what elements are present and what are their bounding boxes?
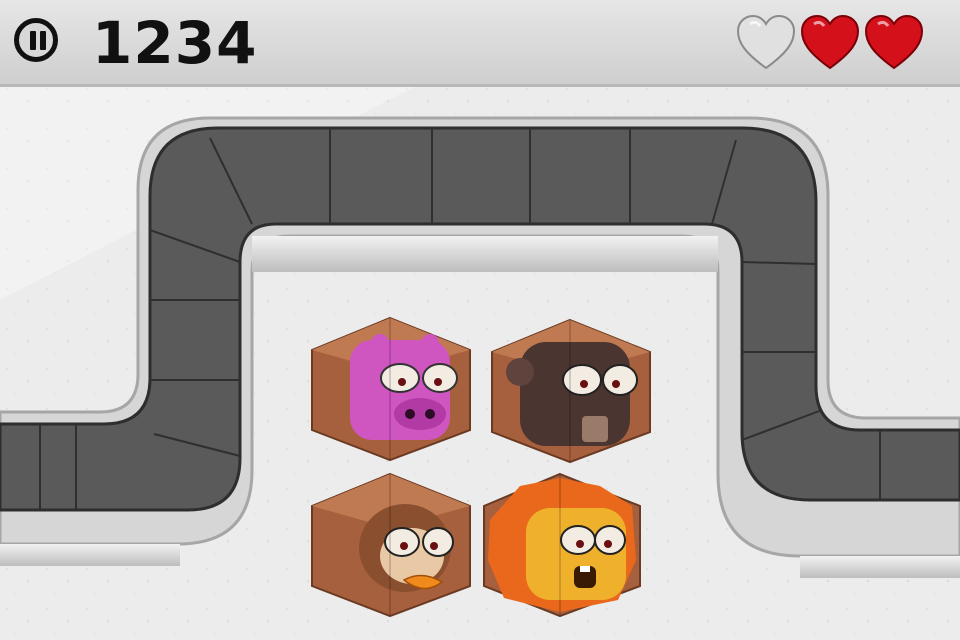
game-scene — [0, 84, 960, 640]
hippo-face — [350, 334, 458, 440]
heart-icon — [736, 14, 796, 70]
heart-icon — [800, 14, 860, 70]
gorilla-face — [506, 342, 638, 446]
hud-bar: 1234 — [0, 0, 960, 87]
lives-display — [736, 14, 926, 74]
lion-face — [526, 508, 626, 600]
front-wall-right — [800, 556, 960, 578]
score-counter: 1234 — [92, 9, 258, 77]
front-wall-left — [0, 544, 180, 566]
inner-wall — [252, 236, 718, 272]
heart-icon — [864, 14, 924, 70]
pause-button[interactable] — [14, 18, 58, 62]
